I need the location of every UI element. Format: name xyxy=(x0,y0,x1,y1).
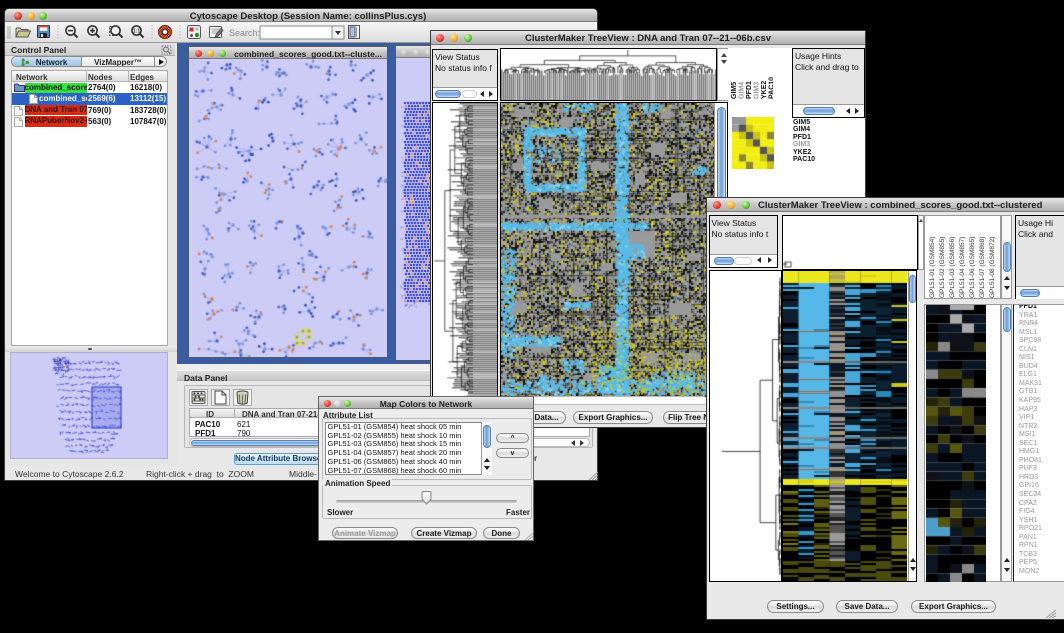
svg-text:GPL51-01 (GSM854): GPL51-01 (GSM854) xyxy=(929,236,936,297)
svg-text:Search:: Search: xyxy=(229,28,260,38)
svg-text:GPL51-04 (GSM857): GPL51-04 (GSM857) xyxy=(959,236,966,297)
svg-text:GPL51-02 (GSM855): GPL51-02 (GSM855) xyxy=(939,236,946,297)
svg-text:YKE2: YKE2 xyxy=(761,81,768,99)
svg-text:PFD1: PFD1 xyxy=(746,81,753,99)
svg-text:GPL51-07 (GSM868): GPL51-07 (GSM868) xyxy=(979,236,986,297)
svg-text:GIM5: GIM5 xyxy=(731,82,738,99)
svg-text:GIM4: GIM4 xyxy=(739,82,746,99)
svg-text:1:1: 1:1 xyxy=(133,29,140,35)
svg-text:GPL51-08 (GSM872): GPL51-08 (GSM872) xyxy=(989,236,996,297)
svg-text:GIM3: GIM3 xyxy=(754,82,761,99)
svg-text:GPL51-03 (GSM856): GPL51-03 (GSM856) xyxy=(949,236,956,297)
svg-text:GPL51-06 (GSM865): GPL51-06 (GSM865) xyxy=(969,236,976,297)
svg-text:PAC10: PAC10 xyxy=(769,77,774,99)
